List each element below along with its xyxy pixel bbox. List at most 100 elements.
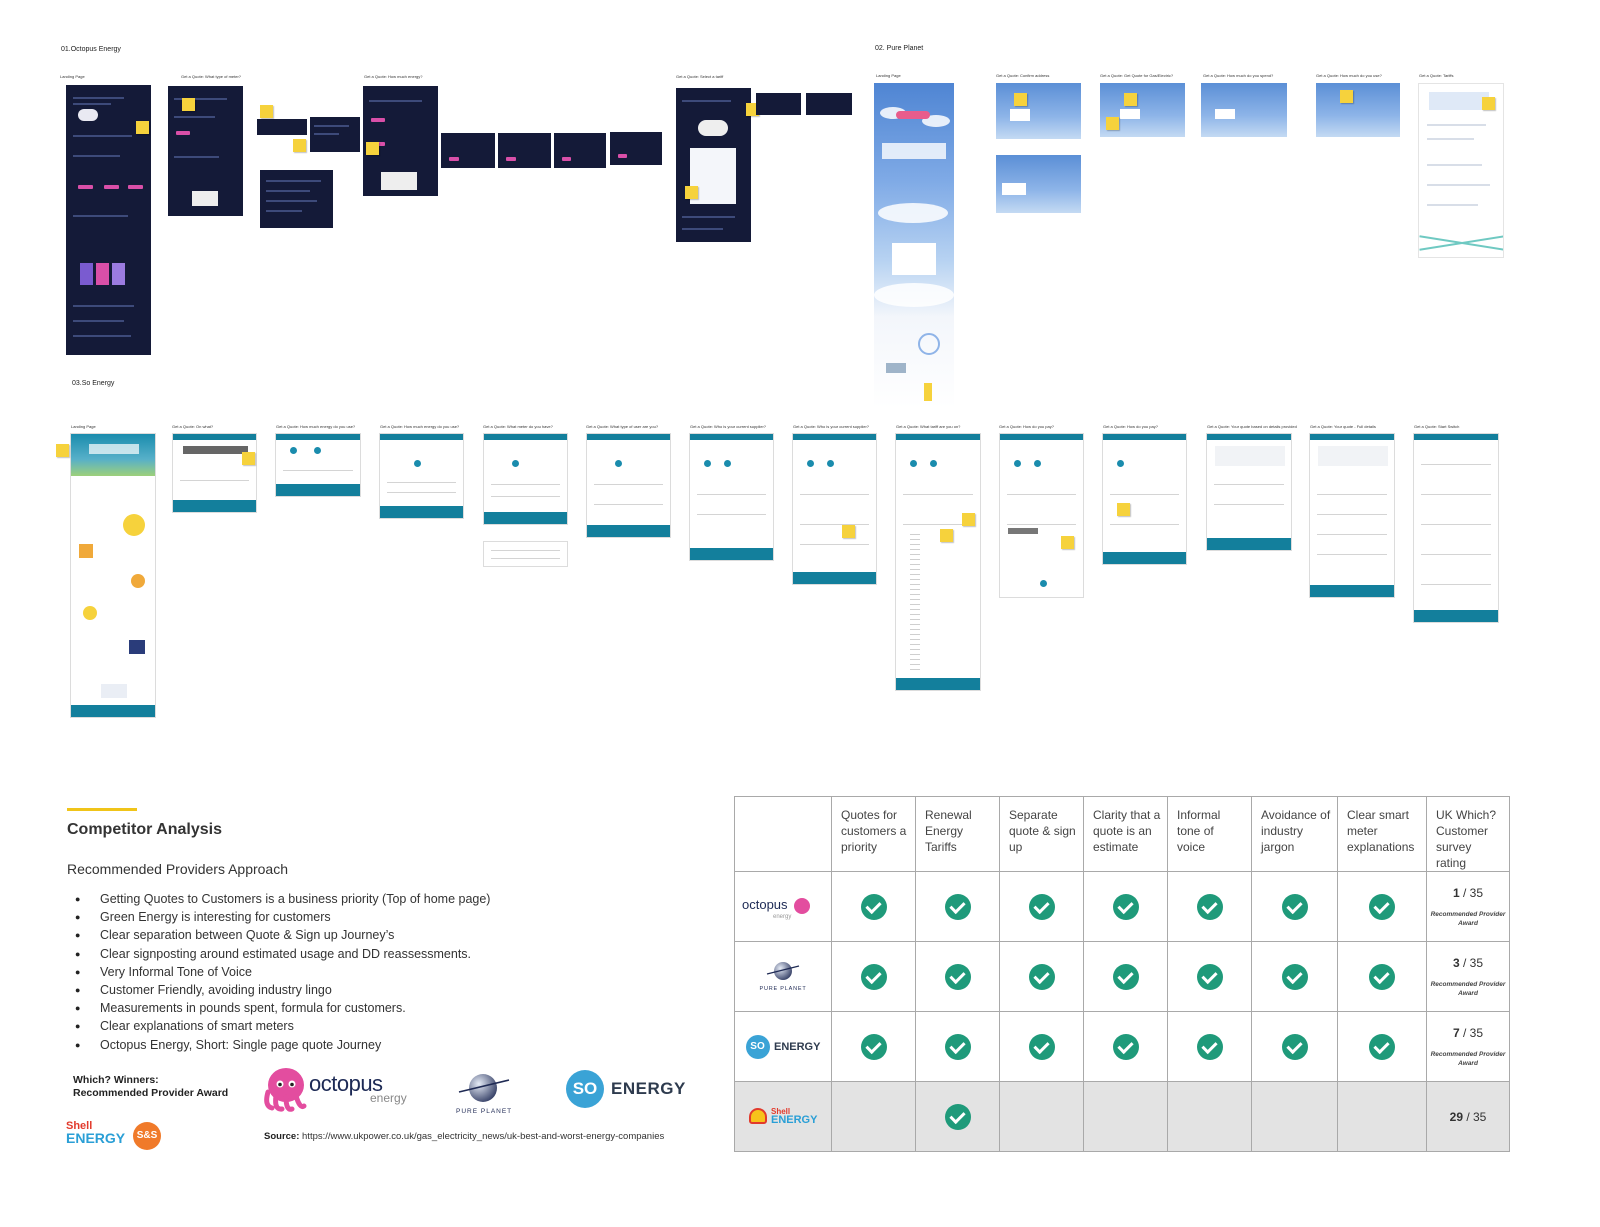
rating-score: 7 / 35 xyxy=(1452,1025,1484,1040)
list-item: Octopus Energy, Short: Single page quote… xyxy=(75,1036,490,1054)
so-current-supplier-thumbnail[interactable] xyxy=(689,433,774,561)
octopus-energy-usage-thumbnail[interactable] xyxy=(363,86,438,196)
shell-energy-logo-line2: ENERGY xyxy=(66,1130,126,1146)
check-icon xyxy=(1028,1033,1055,1060)
so-energy-use-thumbnail[interactable] xyxy=(275,433,361,497)
check-cell xyxy=(831,1011,916,1082)
table-header-row: Quotes for customers a priority Renewal … xyxy=(734,796,1510,872)
octopus-tariff-detail-thumbnail[interactable] xyxy=(756,93,801,115)
so-meter-type-thumbnail[interactable] xyxy=(483,433,568,525)
pure-planet-usage-thumbnail[interactable] xyxy=(1316,83,1400,137)
screen-label: Get a Quote: What meter do you have? xyxy=(483,424,553,429)
screen-label: Get a Quote: On what? xyxy=(172,424,214,429)
octopus-usage-step-thumbnail[interactable] xyxy=(498,133,551,168)
check-icon xyxy=(1281,963,1308,990)
screen-label: Get a Quote: How much do you use? xyxy=(1316,73,1382,78)
shell-energy-logo-cell: Shell ENERGY xyxy=(734,1081,832,1152)
source-link[interactable]: https://www.ukpower.co.uk/gas_electricit… xyxy=(302,1131,664,1142)
list-item: Getting Quotes to Customers is a busines… xyxy=(75,890,490,908)
so-energy-use-detail-thumbnail[interactable] xyxy=(379,433,464,519)
so-user-type-thumbnail[interactable] xyxy=(586,433,671,538)
check-icon xyxy=(1369,963,1395,990)
so-on-what-thumbnail[interactable] xyxy=(172,433,257,513)
octopus-usage-step-thumbnail[interactable] xyxy=(441,133,495,168)
check-icon xyxy=(1028,963,1055,990)
so-energy-wordmark: ENERGY xyxy=(773,1040,821,1053)
check-cell xyxy=(999,941,1084,1012)
pure-planet-logo xyxy=(455,1068,511,1106)
octopus-tariff-detail-thumbnail[interactable] xyxy=(806,93,852,115)
pure-planet-confirm-address-alt-thumbnail[interactable] xyxy=(996,155,1081,213)
list-item: Green Energy is interesting for customer… xyxy=(75,908,490,926)
award-label: Recommended Provider Award xyxy=(1430,910,1506,927)
check-cell xyxy=(999,871,1084,942)
check-cell xyxy=(1083,941,1168,1012)
list-item: Customer Friendly, avoiding industry lin… xyxy=(75,981,490,999)
check-cell xyxy=(915,871,1000,942)
so-payment-method-thumbnail[interactable] xyxy=(1102,433,1187,565)
check-cell xyxy=(1167,1011,1252,1082)
octopus-usage-step-thumbnail[interactable] xyxy=(554,133,606,168)
check-icon xyxy=(1196,893,1223,920)
so-energy-wordmark: ENERGY xyxy=(611,1079,686,1098)
check-cell xyxy=(1251,1081,1338,1152)
ss-logo: S&S xyxy=(133,1122,161,1150)
shell-pecten-icon xyxy=(748,1108,767,1125)
check-cell xyxy=(915,1011,1000,1082)
screen-label: Get a Quote: What tariff are you on? xyxy=(896,424,961,429)
check-cell xyxy=(1083,1081,1168,1152)
so-start-switch-thumbnail[interactable] xyxy=(1413,433,1499,623)
octopus-logo-cell: octopus energy xyxy=(734,871,832,942)
check-icon xyxy=(1369,1033,1395,1060)
pure-planet-spend-thumbnail[interactable] xyxy=(1201,83,1287,137)
octopus-meter-type-thumbnail[interactable] xyxy=(168,86,243,216)
pure-planet-confirm-address-thumbnail[interactable] xyxy=(996,83,1081,139)
screen-label: Get a Quote: How much energy? xyxy=(364,74,423,79)
pure-planet-landing-thumbnail[interactable] xyxy=(874,83,954,408)
check-cell xyxy=(915,1081,1000,1152)
award-label: Recommended Provider Award xyxy=(1430,1050,1506,1067)
check-cell xyxy=(1337,871,1427,942)
check-cell xyxy=(831,941,916,1012)
analysis-subtitle: Recommended Providers Approach xyxy=(67,861,289,877)
so-payment-thumbnail[interactable] xyxy=(999,433,1084,598)
so-current-supplier-list-thumbnail[interactable] xyxy=(792,433,877,585)
octopus-meter-option-thumbnail[interactable] xyxy=(257,119,307,135)
check-cell xyxy=(1167,1081,1252,1152)
sticky-note xyxy=(56,444,69,457)
rating-cell: 1 / 35 Recommended Provider Award xyxy=(1426,871,1510,942)
check-icon xyxy=(860,893,887,920)
screen-label: Get a Quote: Your quote based on details… xyxy=(1207,424,1297,429)
sticky-note xyxy=(1106,117,1119,130)
screen-label: Get a Quote: What type of meter? xyxy=(181,74,242,79)
so-quote-summary-thumbnail[interactable] xyxy=(1206,433,1292,551)
octopus-meter-info-thumbnail[interactable] xyxy=(260,170,333,228)
check-icon xyxy=(860,963,887,990)
screen-label: Get a Quote: Who is your current supplie… xyxy=(793,424,870,429)
rating-cell: 3 / 35 Recommended Provider Award xyxy=(1426,941,1510,1012)
screen-label: Get a Quote: Tariffs xyxy=(1419,73,1454,78)
rating-cell: 29 / 35 xyxy=(1426,1081,1510,1152)
screen-label: Get a Quote: How do you pay? xyxy=(1103,424,1158,429)
octopus-mascot-logo xyxy=(262,1066,310,1112)
table-row-so-energy: SO ENERGY 7 / 35 Recommended Provider Aw… xyxy=(734,1011,1510,1082)
so-tariff-thumbnail[interactable] xyxy=(895,433,981,691)
sticky-note xyxy=(1117,503,1130,516)
check-icon xyxy=(1112,893,1139,920)
so-quote-full-thumbnail[interactable] xyxy=(1309,433,1395,598)
octopus-tariff-thumbnail[interactable] xyxy=(676,88,751,242)
octopus-meter-option-thumbnail[interactable] xyxy=(310,117,360,152)
screen-label: Get a Quote: How do you pay? xyxy=(999,424,1054,429)
check-icon xyxy=(944,1103,971,1130)
octopus-mascot-icon xyxy=(794,898,810,914)
octopus-usage-step-thumbnail[interactable] xyxy=(610,132,662,165)
so-landing-thumbnail[interactable] xyxy=(70,433,156,718)
check-icon xyxy=(1196,963,1223,990)
so-meter-info-thumbnail[interactable] xyxy=(483,541,568,567)
check-icon xyxy=(944,1033,971,1060)
column-header: Avoidance of industry jargon xyxy=(1261,808,1331,854)
screen-label: Landing Page xyxy=(71,424,96,429)
list-item: Clear separation between Quote & Sign up… xyxy=(75,926,490,944)
analysis-title: Competitor Analysis xyxy=(67,821,222,838)
check-icon xyxy=(1028,893,1055,920)
